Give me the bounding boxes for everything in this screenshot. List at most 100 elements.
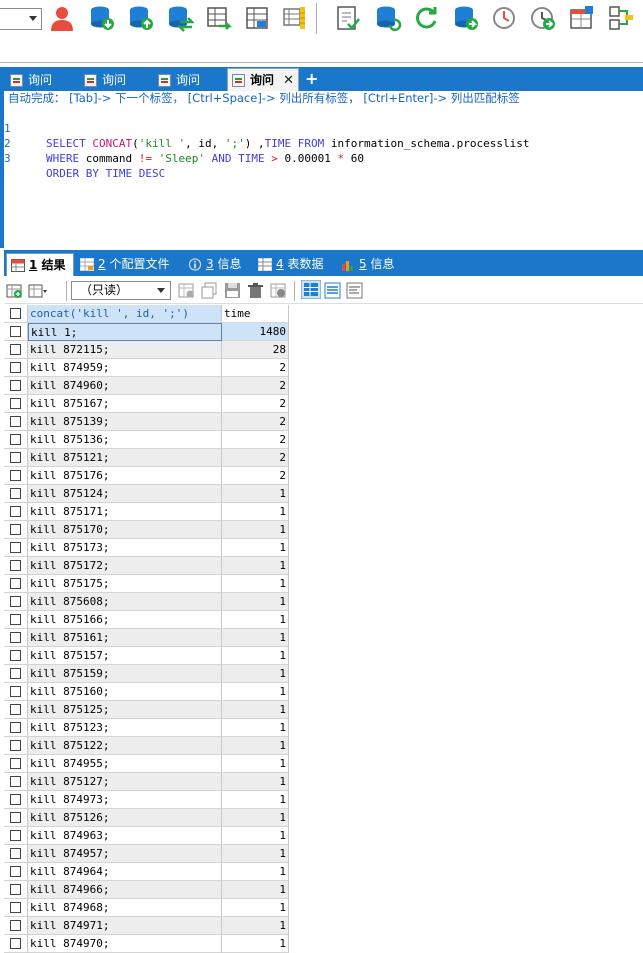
- row-checkbox[interactable]: [4, 809, 28, 827]
- table-row[interactable]: kill 875167; 2: [4, 395, 289, 413]
- row-checkbox[interactable]: [4, 719, 28, 737]
- cell-time[interactable]: 2: [222, 431, 289, 449]
- table-row[interactable]: kill 875160; 1: [4, 683, 289, 701]
- cell-time[interactable]: 1: [222, 737, 289, 755]
- row-checkbox[interactable]: [4, 395, 28, 413]
- cell-time[interactable]: 28: [222, 341, 289, 359]
- select-all-checkbox[interactable]: [4, 305, 28, 323]
- row-checkbox[interactable]: [4, 521, 28, 539]
- cell-concat[interactable]: kill 874970;: [28, 935, 222, 953]
- insert-row-icon[interactable]: [178, 282, 195, 299]
- new-query-icon[interactable]: [334, 4, 362, 32]
- cell-time[interactable]: 1: [222, 683, 289, 701]
- row-checkbox[interactable]: [4, 701, 28, 719]
- table-row[interactable]: kill 874963; 1: [4, 827, 289, 845]
- tab-profiles[interactable]: 2 个配置文件: [76, 253, 176, 276]
- table-row[interactable]: kill 875161; 1: [4, 629, 289, 647]
- table-row[interactable]: kill 875126; 1: [4, 809, 289, 827]
- refresh-grid-icon[interactable]: [270, 282, 287, 299]
- table-row[interactable]: kill 875122; 1: [4, 737, 289, 755]
- table-row[interactable]: kill 874968; 1: [4, 899, 289, 917]
- table-row[interactable]: kill 875166; 1: [4, 611, 289, 629]
- column-header-concat[interactable]: concat('kill ', id, ';'): [28, 305, 222, 323]
- table-row[interactable]: kill 875608; 1: [4, 593, 289, 611]
- schedule-icon[interactable]: [529, 4, 557, 32]
- cell-time[interactable]: 1: [222, 503, 289, 521]
- cell-time[interactable]: 2: [222, 359, 289, 377]
- table-row[interactable]: kill 875123; 1: [4, 719, 289, 737]
- cell-concat[interactable]: kill 875170;: [28, 521, 222, 539]
- cell-concat[interactable]: kill 874957;: [28, 845, 222, 863]
- row-checkbox[interactable]: [4, 863, 28, 881]
- refresh-icon[interactable]: [412, 4, 440, 32]
- cell-time[interactable]: 1: [222, 773, 289, 791]
- row-checkbox[interactable]: [4, 413, 28, 431]
- cell-concat[interactable]: kill 874964;: [28, 863, 222, 881]
- row-checkbox[interactable]: [4, 629, 28, 647]
- row-checkbox[interactable]: [4, 449, 28, 467]
- cell-time[interactable]: 2: [222, 413, 289, 431]
- cell-concat[interactable]: kill 874966;: [28, 881, 222, 899]
- save-icon[interactable]: [224, 282, 241, 299]
- table-row[interactable]: kill 874960; 2: [4, 377, 289, 395]
- table-row[interactable]: kill 874970; 1: [4, 935, 289, 953]
- cell-concat[interactable]: kill 874963;: [28, 827, 222, 845]
- cell-concat[interactable]: kill 875171;: [28, 503, 222, 521]
- cell-time[interactable]: 1: [222, 881, 289, 899]
- add-tab-button[interactable]: +: [305, 70, 318, 88]
- add-row-icon[interactable]: [6, 282, 23, 299]
- row-checkbox[interactable]: [4, 899, 28, 917]
- cell-concat[interactable]: kill 874973;: [28, 791, 222, 809]
- cell-time[interactable]: 1: [222, 593, 289, 611]
- cell-time[interactable]: 1: [222, 719, 289, 737]
- row-checkbox[interactable]: [4, 755, 28, 773]
- table-row[interactable]: kill 875127; 1: [4, 773, 289, 791]
- row-checkbox[interactable]: [4, 539, 28, 557]
- cell-time[interactable]: 1: [222, 485, 289, 503]
- row-checkbox[interactable]: [4, 737, 28, 755]
- table-export-icon[interactable]: [205, 4, 233, 32]
- cell-time[interactable]: 1: [222, 539, 289, 557]
- table-row[interactable]: kill 1; 1480: [4, 323, 289, 341]
- tab-info[interactable]: 3 信息: [184, 253, 248, 276]
- cell-time[interactable]: 2: [222, 467, 289, 485]
- db-backup-icon[interactable]: [452, 4, 480, 32]
- cell-concat[interactable]: kill 875127;: [28, 773, 222, 791]
- tab-table-data[interactable]: 4 表数据: [254, 253, 334, 276]
- table-structure-icon[interactable]: [244, 4, 272, 32]
- cell-time[interactable]: 1: [222, 665, 289, 683]
- form-view-icon[interactable]: [324, 282, 341, 299]
- cell-concat[interactable]: kill 875136;: [28, 431, 222, 449]
- cell-concat[interactable]: kill 875139;: [28, 413, 222, 431]
- schema-icon[interactable]: [282, 4, 310, 32]
- tab-info-2[interactable]: 5 信息: [337, 253, 401, 276]
- table-row[interactable]: kill 875175; 1: [4, 575, 289, 593]
- cell-time[interactable]: 1: [222, 827, 289, 845]
- cell-concat[interactable]: kill 875173;: [28, 539, 222, 557]
- row-checkbox[interactable]: [4, 917, 28, 935]
- table-row[interactable]: kill 875125; 1: [4, 701, 289, 719]
- cell-time[interactable]: 1: [222, 701, 289, 719]
- db-upload-icon[interactable]: [127, 4, 155, 32]
- row-checkbox[interactable]: [4, 467, 28, 485]
- row-checkbox[interactable]: [4, 827, 28, 845]
- cell-time[interactable]: 1: [222, 557, 289, 575]
- duplicate-row-icon[interactable]: [201, 282, 218, 299]
- cell-concat[interactable]: kill 875166;: [28, 611, 222, 629]
- table-row[interactable]: kill 874959; 2: [4, 359, 289, 377]
- query-tab-4-active[interactable]: 询问 ✕: [227, 68, 299, 91]
- history-icon[interactable]: [490, 4, 518, 32]
- table-row[interactable]: kill 874964; 1: [4, 863, 289, 881]
- row-checkbox[interactable]: [4, 557, 28, 575]
- row-checkbox[interactable]: [4, 683, 28, 701]
- row-checkbox[interactable]: [4, 485, 28, 503]
- cell-concat[interactable]: kill 875172;: [28, 557, 222, 575]
- cell-time[interactable]: 1: [222, 521, 289, 539]
- cell-time[interactable]: 2: [222, 377, 289, 395]
- table-row[interactable]: kill 875121; 2: [4, 449, 289, 467]
- db-refresh-icon[interactable]: [374, 4, 402, 32]
- cell-time[interactable]: 1: [222, 845, 289, 863]
- cell-time[interactable]: 1: [222, 899, 289, 917]
- table-row[interactable]: kill 875172; 1: [4, 557, 289, 575]
- query-tab-3[interactable]: 询问: [154, 70, 224, 91]
